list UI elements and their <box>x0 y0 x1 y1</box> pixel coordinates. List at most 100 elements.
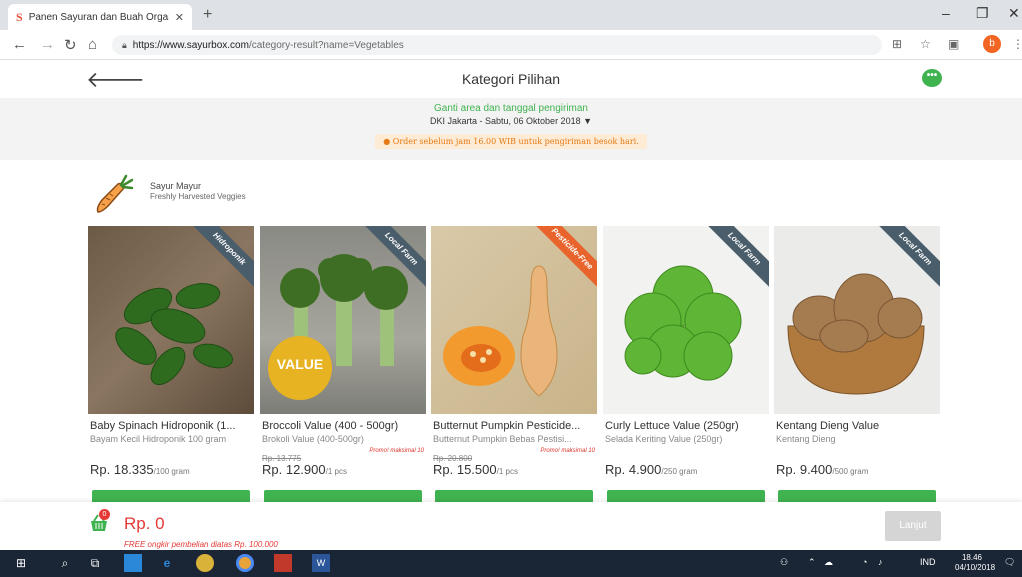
lock-icon: 🔒︎ <box>122 39 127 50</box>
category-subtitle: Freshly Harvested Veggies <box>150 192 246 201</box>
pdf-reader-icon[interactable] <box>274 554 292 572</box>
product-local-name: Bayam Kecil Hidroponik 100 gram <box>90 434 227 444</box>
close-window-icon[interactable]: ✕ <box>1008 5 1020 22</box>
product-card[interactable]: VALUE Local Farm Broccoli Value (400 - 5… <box>260 226 426 516</box>
add-to-cart-button[interactable] <box>778 490 936 502</box>
browser-tab-bar: S Panen Sayuran dan Buah Organik ✕ + – ❐… <box>0 0 1022 30</box>
carrot-icon <box>96 174 134 213</box>
home-icon[interactable]: ⌂ <box>88 36 97 53</box>
product-price: Rp. 12.900/1 pcs <box>262 462 347 477</box>
bookmark-star-icon[interactable]: ☆ <box>920 37 931 51</box>
search-icon[interactable]: ⌕ <box>56 554 74 572</box>
product-image[interactable]: Local Farm <box>774 226 940 414</box>
product-name[interactable]: Broccoli Value (400 - 500gr) <box>262 420 424 432</box>
price-unit: /100 gram <box>153 467 190 476</box>
cart-bar: 0 Rp. 0 FREE ongkir pembelian diatas Rp.… <box>0 502 1022 550</box>
value-badge: VALUE <box>276 356 324 372</box>
price-value: Rp. 12.900 <box>262 462 326 477</box>
product-name[interactable]: Baby Spinach Hidroponik (1... <box>90 420 252 432</box>
menu-icon[interactable]: ⋮ <box>1012 37 1022 51</box>
price-value: Rp. 4.900 <box>605 462 662 477</box>
product-name[interactable]: Butternut Pumpkin Pesticide... <box>433 420 595 432</box>
close-tab-icon[interactable]: ✕ <box>175 11 184 24</box>
task-view-icon[interactable]: ⧉ <box>86 554 104 572</box>
category-name: Sayur Mayur <box>150 181 202 191</box>
address-bar[interactable]: 🔒︎ https://www.sayurbox.com/category-res… <box>112 35 882 55</box>
product-name[interactable]: Kentang Dieng Value <box>776 420 938 432</box>
cart-total: Rp. 0 <box>124 514 165 533</box>
product-card[interactable]: Local Farm Kentang Dieng Value Kentang D… <box>774 226 940 516</box>
notifications-icon[interactable]: 🗨︎ <box>1004 557 1015 568</box>
product-price: Rp. 4.900/250 gram <box>605 462 697 477</box>
product-name[interactable]: Curly Lettuce Value (250gr) <box>605 420 767 432</box>
restore-icon[interactable]: ❐ <box>976 5 989 22</box>
change-delivery-link[interactable]: Ganti area dan tanggal pengiriman <box>0 103 1022 114</box>
cart-count-badge: 0 <box>99 509 110 520</box>
price-value: Rp. 9.400 <box>776 462 833 477</box>
product-price: Rp. 9.400/500 gram <box>776 462 868 477</box>
delivery-info[interactable]: DKI Jakarta - Sabtu, 06 Oktober 2018 ▼ <box>0 116 1022 126</box>
tray-apps-icon[interactable]: ☁ <box>824 557 833 568</box>
order-cutoff-notice: ● Order sebelum jam 16.00 WIB untuk peng… <box>375 134 647 149</box>
windows-start-icon[interactable]: ⊞ <box>12 554 30 572</box>
site-favicon-icon: S <box>16 9 23 24</box>
add-to-cart-button[interactable] <box>92 490 250 502</box>
product-price: Rp. 18.335/100 gram <box>90 462 190 477</box>
page-title: Kategori Pilihan <box>461 71 561 87</box>
price-unit: /250 gram <box>661 467 698 476</box>
price-unit: /500 gram <box>832 467 869 476</box>
app-header: 🡐 Kategori Pilihan ••• <box>0 60 1022 98</box>
add-to-cart-button[interactable] <box>264 490 422 502</box>
clock-time: 18.46 <box>961 553 983 562</box>
product-image[interactable]: Pesticide-Free <box>431 226 597 414</box>
checkout-button[interactable]: Lanjut <box>885 511 941 541</box>
product-local-name: Selada Keriting Value (250gr) <box>605 434 723 444</box>
url-host: https://www.sayurbox.com <box>132 39 249 51</box>
people-icon[interactable]: ⚇ <box>780 557 788 568</box>
promo-label: Promo! maksimal 10 <box>369 448 424 454</box>
new-tab-icon[interactable]: + <box>203 6 212 24</box>
price-unit: /1 pcs <box>325 467 347 476</box>
product-card[interactable]: Pesticide-Free Butternut Pumpkin Pestici… <box>431 226 597 516</box>
browser-toolbar: ← → ↻ ⌂ 🔒︎ https://www.sayurbox.com/cate… <box>0 30 1022 60</box>
input-language[interactable]: IND <box>920 557 936 567</box>
url-path: /category-result?name=Vegetables <box>248 39 404 51</box>
browser-tab[interactable]: S Panen Sayuran dan Buah Organik ✕ <box>8 4 192 30</box>
product-card[interactable]: Hidroponik Baby Spinach Hidroponik (1...… <box>88 226 254 516</box>
product-image[interactable]: Hidroponik <box>88 226 254 414</box>
product-image[interactable]: VALUE Local Farm <box>260 226 426 414</box>
tray-chevron-icon[interactable]: ⌃ <box>808 557 816 568</box>
extension-icon[interactable]: ▣ <box>948 37 959 51</box>
product-card[interactable]: Local Farm Curly Lettuce Value (250gr) S… <box>603 226 769 516</box>
network-icon[interactable]: ◔ <box>862 557 867 567</box>
promo-label: Promo! maksimal 10 <box>540 448 595 454</box>
minimize-icon[interactable]: – <box>942 5 950 21</box>
system-clock[interactable]: 18.46 04/10/2018 <box>955 553 996 573</box>
clock-date: 04/10/2018 <box>955 563 996 572</box>
translate-icon[interactable]: ⊞ <box>892 37 902 51</box>
reload-icon[interactable]: ↻ <box>64 36 77 54</box>
product-image[interactable]: Local Farm <box>603 226 769 414</box>
back-nav-icon[interactable]: ← <box>12 36 27 53</box>
volume-icon[interactable]: ♪ <box>878 557 883 567</box>
product-price: Rp. 15.500/1 pcs <box>433 462 518 477</box>
profile-avatar[interactable]: b <box>983 35 1001 53</box>
product-local-name: Brokoli Value (400-500gr) <box>262 434 364 444</box>
app-icon[interactable] <box>196 554 214 572</box>
chat-icon[interactable]: ••• <box>922 69 942 87</box>
price-unit: /1 pcs <box>496 467 518 476</box>
add-to-cart-button[interactable] <box>607 490 765 502</box>
tab-title: Panen Sayuran dan Buah Organik <box>28 11 169 23</box>
price-value: Rp. 15.500 <box>433 462 497 477</box>
add-to-cart-button[interactable] <box>435 490 593 502</box>
os-taskbar: ⊞ ⌕ ⧉ e W ⚇ ⌃ ☁ ◔ ♪ IND 18.46 04/10/2018… <box>0 550 1022 577</box>
edge-browser-icon[interactable]: e <box>158 554 176 572</box>
product-local-name: Kentang Dieng <box>776 434 836 444</box>
word-icon[interactable]: W <box>312 554 330 572</box>
free-shipping-note: FREE ongkir pembelian diatas Rp. 100.000 <box>124 540 278 549</box>
file-explorer-icon[interactable] <box>124 554 142 572</box>
forward-nav-icon[interactable]: → <box>40 36 55 53</box>
price-value: Rp. 18.335 <box>90 462 154 477</box>
delivery-panel: Ganti area dan tanggal pengiriman DKI Ja… <box>0 98 1022 160</box>
chrome-icon[interactable] <box>236 554 254 572</box>
